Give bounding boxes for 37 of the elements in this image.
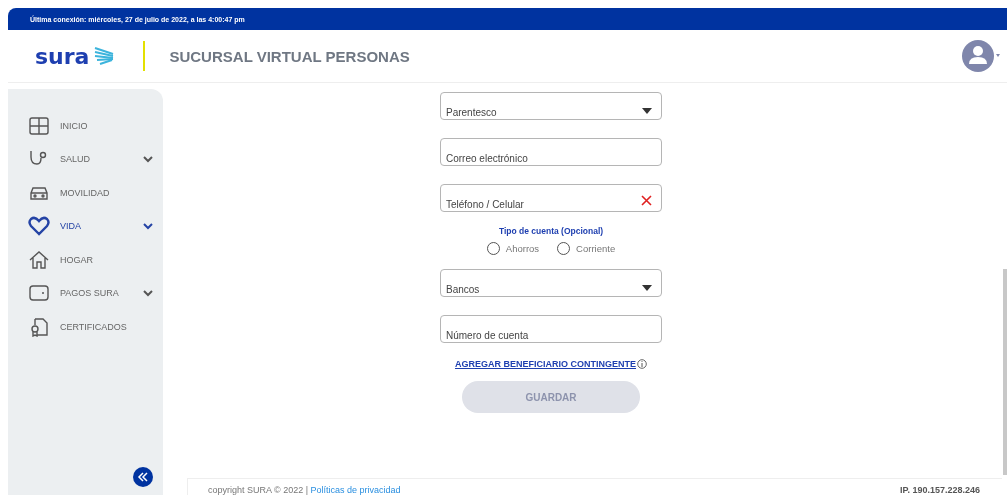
app-title: SUCURSAL VIRTUAL PERSONAS — [169, 47, 410, 65]
user-avatar-icon[interactable] — [961, 39, 1001, 73]
sidebar-item[interactable]: CERTIFICADOS — [8, 310, 163, 344]
collapse-sidebar-button[interactable] — [133, 467, 153, 487]
heart-icon — [28, 216, 50, 237]
logo-text: sura — [35, 43, 90, 69]
house-icon — [28, 249, 50, 270]
sidebar-item[interactable]: PAGOS SURA — [8, 276, 163, 310]
sidebar-item[interactable]: HOGAR — [8, 243, 163, 277]
add-beneficiary-link[interactable]: AGREGAR BENEFICIARIO CONTINGENTE — [455, 359, 636, 369]
sidebar-item[interactable]: INICIO — [8, 109, 163, 143]
certificate-icon — [28, 316, 50, 337]
privacy-policy-link[interactable]: Políticas de privacidad — [310, 485, 401, 495]
radio-option[interactable]: Ahorros — [486, 242, 540, 255]
info-icon — [637, 359, 647, 369]
ip-address-text: IP. 190.157.228.246 — [900, 485, 980, 495]
grid-icon — [28, 115, 50, 136]
sidebar-item[interactable]: SALUD — [8, 142, 163, 176]
dropdown-arrow-icon — [642, 285, 652, 291]
input-field[interactable]: Parentesco — [440, 92, 662, 120]
account-type-label: Tipo de cuenta (Opcional) — [498, 226, 604, 236]
chevron-down-icon — [143, 222, 153, 230]
chevron-down-icon — [143, 155, 153, 163]
radio-option[interactable]: Corriente — [557, 242, 616, 255]
input-field[interactable]: Número de cuenta — [440, 315, 662, 343]
copyright-text: copyright SURA © 2022 | — [208, 485, 309, 495]
double-chevron-left-icon — [137, 472, 149, 482]
sidebar-item[interactable]: MOVILIDAD — [8, 176, 163, 210]
sidebar-item[interactable]: VIDA — [8, 209, 163, 243]
wing-logo-icon — [93, 46, 116, 66]
wallet-icon — [28, 283, 50, 304]
error-x-icon — [641, 195, 652, 206]
input-field[interactable]: Correo electrónico — [440, 138, 662, 166]
input-field[interactable]: Teléfono / Celular — [440, 184, 662, 212]
input-field[interactable]: Bancos — [440, 269, 662, 297]
chevron-down-icon — [143, 289, 153, 297]
dropdown-arrow-icon — [642, 108, 652, 114]
